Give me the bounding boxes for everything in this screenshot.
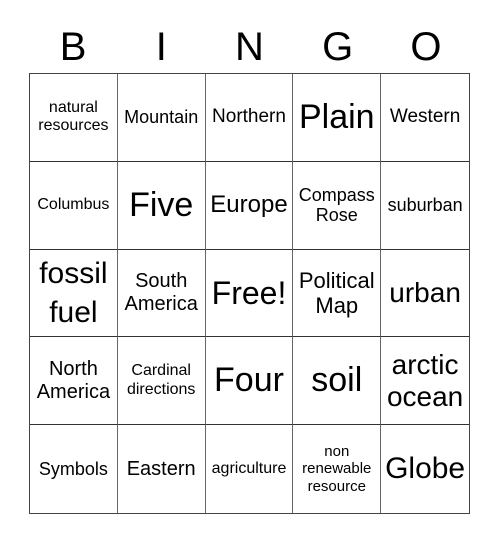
cell-text-line: arctic bbox=[391, 348, 459, 380]
cell-text-line: Eastern bbox=[126, 457, 196, 480]
bingo-cell[interactable]: soil bbox=[293, 337, 382, 426]
bingo-cell[interactable]: Political Map bbox=[293, 249, 382, 338]
cell-text-line: Western bbox=[389, 106, 461, 128]
cell-text-line: Free! bbox=[211, 274, 287, 311]
cell-text-line: South bbox=[135, 269, 188, 292]
cell-text: Political Map bbox=[299, 268, 375, 319]
bingo-cell[interactable]: Five bbox=[117, 161, 206, 250]
cell-text-line: resources bbox=[38, 117, 109, 135]
bingo-cell[interactable]: arctic ocean bbox=[381, 337, 469, 426]
cell-text-line: natural bbox=[48, 99, 98, 116]
cell-text: Europe bbox=[210, 191, 287, 219]
bingo-cell[interactable]: agriculture bbox=[206, 425, 294, 513]
cell-text-line: fuel bbox=[49, 295, 98, 329]
cell-text-line: Rose bbox=[315, 205, 358, 226]
cell-text-line: fossil bbox=[39, 256, 108, 290]
cell-text-line: Five bbox=[129, 185, 194, 224]
cell-text-line: America bbox=[36, 380, 111, 403]
cell-text-line: Plain bbox=[298, 97, 375, 136]
cell-text-line: North bbox=[48, 357, 98, 380]
bingo-cell[interactable]: urban bbox=[381, 250, 469, 338]
cell-text-line: soil bbox=[311, 361, 363, 400]
cell-text-line: ocean bbox=[386, 380, 464, 412]
cell-text: Symbols bbox=[39, 459, 108, 480]
cell-text: soil bbox=[311, 361, 362, 400]
cell-text-line: Northern bbox=[212, 106, 286, 128]
cell-text: natural resources bbox=[38, 99, 108, 136]
cell-text: Free! bbox=[212, 275, 287, 312]
header-letter-n: N bbox=[235, 25, 264, 69]
cell-text-line: Symbols bbox=[38, 458, 108, 479]
bingo-cell[interactable]: Eastern bbox=[118, 425, 206, 513]
cell-text: Eastern bbox=[127, 458, 196, 481]
cell-text-line: directions bbox=[126, 380, 196, 398]
cell-text: Cardinal directions bbox=[127, 362, 195, 399]
cell-text-line: non bbox=[324, 443, 350, 461]
cell-text-line: Mountain bbox=[124, 107, 199, 128]
cell-text: Columbus bbox=[37, 196, 109, 214]
header-letter-g: G bbox=[322, 25, 354, 69]
bingo-cell[interactable]: North America bbox=[30, 337, 118, 426]
bingo-header: B I N G O bbox=[29, 22, 470, 72]
cell-text-line: agriculture bbox=[211, 459, 287, 477]
bingo-cell[interactable]: Globe bbox=[381, 425, 469, 513]
bingo-cell[interactable]: Columbus bbox=[30, 161, 118, 250]
cell-text: suburban bbox=[388, 195, 463, 216]
cell-text-line: renewable bbox=[302, 460, 372, 478]
bingo-cell[interactable]: non renewable resource bbox=[293, 425, 382, 513]
cell-text: Compass Rose bbox=[299, 185, 375, 226]
bingo-cell[interactable]: Plain bbox=[293, 74, 382, 162]
header-letter-b: B bbox=[59, 25, 87, 69]
bingo-cell[interactable]: Cardinal directions bbox=[117, 337, 206, 426]
cell-text-line: urban bbox=[389, 276, 461, 308]
header-letter-o: O bbox=[410, 25, 442, 69]
cell-text: Mountain bbox=[124, 107, 198, 128]
cell-text-line: Compass bbox=[298, 184, 375, 205]
cell-text: Five bbox=[129, 186, 193, 225]
bingo-cell[interactable]: Four bbox=[205, 337, 294, 426]
header-letter-i: I bbox=[155, 25, 167, 69]
bingo-cell[interactable]: South America bbox=[117, 249, 206, 338]
bingo-cell[interactable]: natural resources bbox=[30, 74, 118, 162]
bingo-cell[interactable]: fossil fuel bbox=[30, 249, 118, 338]
bingo-cell[interactable]: Western bbox=[381, 74, 469, 162]
cell-text-line: Globe bbox=[385, 451, 466, 485]
cell-text-line: Cardinal bbox=[131, 362, 191, 380]
cell-text-line: Four bbox=[214, 361, 284, 400]
cell-text: non renewable resource bbox=[302, 443, 371, 495]
bingo-cell[interactable]: suburban bbox=[381, 162, 469, 250]
cell-text-line: Political bbox=[298, 267, 375, 293]
cell-text-line: Columbus bbox=[37, 196, 110, 213]
cell-text-line: Europe bbox=[210, 191, 288, 219]
bingo-grid: natural resources Mountain Northern Plain… bbox=[29, 73, 470, 514]
cell-text: South America bbox=[125, 270, 198, 316]
cell-text-line: suburban bbox=[387, 194, 463, 215]
cell-text: Northern bbox=[212, 106, 286, 128]
cell-text: fossil fuel bbox=[39, 254, 107, 332]
bingo-cell[interactable]: Mountain bbox=[117, 74, 206, 162]
cell-text-line: resource bbox=[307, 477, 366, 495]
cell-text: agriculture bbox=[212, 460, 287, 478]
cell-text: North America bbox=[37, 358, 110, 404]
cell-text-line: America bbox=[124, 292, 198, 315]
cell-text: urban bbox=[389, 277, 461, 309]
cell-text: Globe bbox=[385, 452, 465, 487]
bingo-cell[interactable]: Europe bbox=[205, 161, 294, 250]
cell-text: Plain bbox=[299, 98, 375, 137]
cell-text-line: Map bbox=[315, 292, 359, 318]
cell-text: Four bbox=[214, 361, 284, 400]
bingo-cell-free[interactable]: Free! bbox=[205, 249, 294, 338]
bingo-cell[interactable]: Symbols bbox=[30, 425, 118, 513]
bingo-cell[interactable]: Northern bbox=[205, 74, 294, 162]
cell-text: Western bbox=[390, 106, 460, 128]
bingo-cell[interactable]: Compass Rose bbox=[293, 161, 382, 250]
cell-text: arctic ocean bbox=[387, 349, 463, 413]
